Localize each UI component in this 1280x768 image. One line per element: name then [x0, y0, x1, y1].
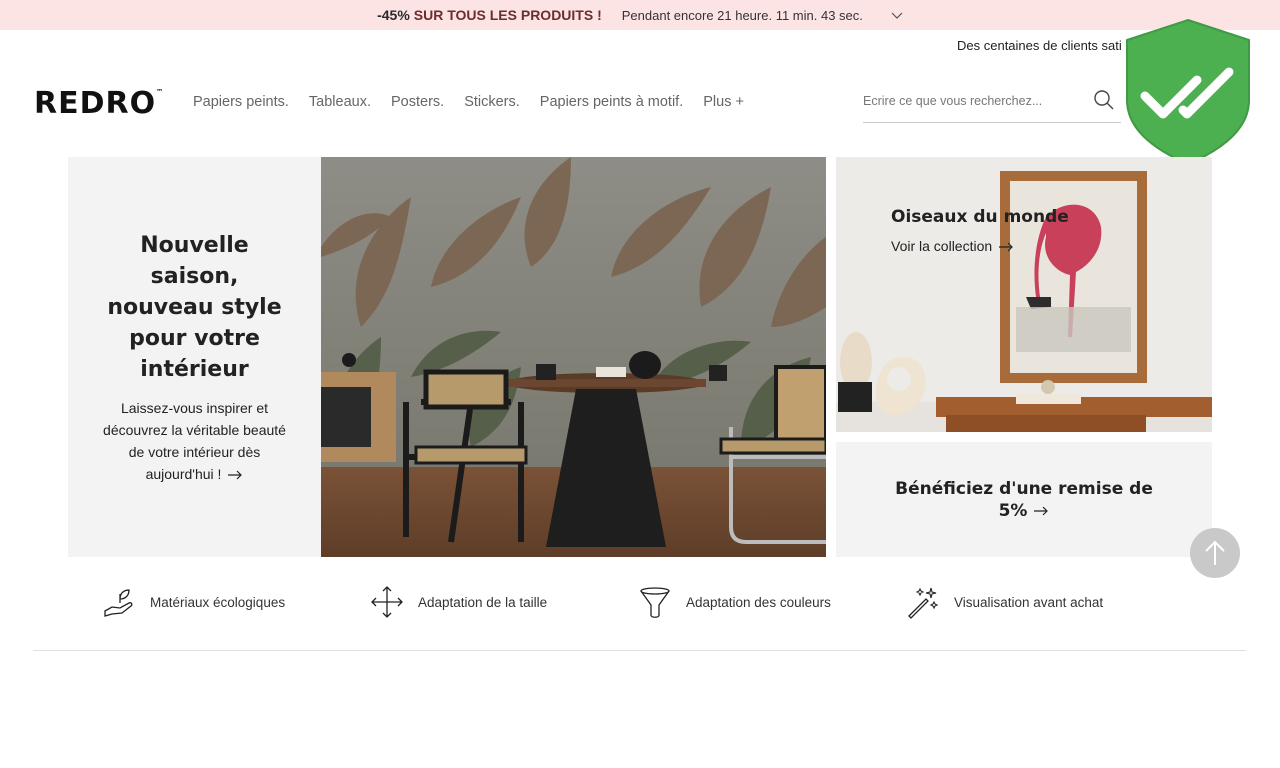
discount-link[interactable]: Bénéficiez d'une remise de 5% — [886, 478, 1162, 522]
search-input[interactable] — [863, 86, 1083, 116]
main-nav: Papiers peints. Tableaux. Posters. Stick… — [193, 94, 744, 110]
feature-eco-label: Matériaux écologiques — [150, 594, 286, 610]
feature-visualization-label: Visualisation avant achat — [954, 594, 1104, 610]
brand-logo[interactable]: REDRO™ — [34, 86, 165, 121]
collection-link[interactable]: Voir la collection — [891, 238, 1014, 254]
logo-text: REDRO — [34, 86, 157, 121]
arrow-right-icon — [1034, 506, 1049, 515]
arrow-right-icon — [999, 242, 1014, 252]
flamingo-poster-image — [836, 157, 1212, 432]
nav-item-stickers[interactable]: Stickers. — [464, 94, 520, 110]
logo-tm: ™ — [156, 88, 165, 96]
promo-countdown: Pendant encore 21 heure. 11 min. 43 sec. — [621, 7, 863, 23]
resize-arrows-icon — [371, 586, 403, 618]
promo-headline: SUR TOUS LES PRODUITS ! — [413, 7, 602, 23]
feature-colors: Adaptation des couleurs — [638, 582, 831, 622]
magic-wand-icon — [908, 587, 939, 619]
section-divider — [33, 650, 1246, 651]
eco-hand-icon — [104, 589, 133, 617]
arrow-up-icon — [1205, 540, 1225, 565]
nav-item-papiers-peints[interactable]: Papiers peints. — [193, 94, 289, 110]
feature-size: Adaptation de la taille — [370, 582, 547, 622]
funnel-icon — [640, 587, 670, 618]
feature-size-label: Adaptation de la taille — [418, 594, 548, 610]
nav-item-plus[interactable]: Plus + — [703, 94, 744, 110]
promo-bar[interactable]: -45% SUR TOUS LES PRODUITS ! Pendant enc… — [0, 0, 1280, 30]
hero-body-text: Laissez-vous inspirer et découvrez la vé… — [103, 399, 286, 482]
collection-card[interactable]: Oiseaux du monde Voir la collection — [836, 157, 1212, 432]
discount-card[interactable]: Bénéficiez d'une remise de 5% — [836, 442, 1212, 557]
collection-link-text: Voir la collection — [891, 238, 993, 254]
feature-colors-label: Adaptation des couleurs — [686, 594, 831, 610]
scroll-to-top-button[interactable] — [1190, 528, 1240, 578]
arrow-right-icon — [228, 470, 243, 480]
nav-item-papiers-peints-motif[interactable]: Papiers peints à motif. — [540, 94, 683, 110]
hero-text-panel: Nouvelle saison, nouveau style pour votr… — [68, 157, 321, 557]
promo-percent: -45% — [377, 7, 410, 23]
search-icon[interactable] — [1093, 89, 1115, 111]
trust-shield-icon[interactable] — [1125, 18, 1251, 166]
feature-eco: Matériaux écologiques — [102, 582, 285, 622]
collection-title: Oiseaux du monde — [891, 207, 1069, 227]
clients-tagline: Des centaines de clients sati — [957, 38, 1122, 53]
hero-body[interactable]: Laissez-vous inspirer et découvrez la vé… — [94, 397, 295, 485]
hero-interior-image[interactable] — [321, 157, 826, 557]
hero-title: Nouvelle saison, nouveau style pour votr… — [107, 232, 282, 382]
nav-item-posters[interactable]: Posters. — [391, 94, 444, 110]
discount-text: Bénéficiez d'une remise de 5% — [895, 478, 1153, 521]
feature-visualization: Visualisation avant achat — [906, 582, 1103, 622]
features-row: Matériaux écologiques Adaptation de la t… — [0, 582, 1280, 626]
chevron-down-icon[interactable] — [891, 9, 903, 21]
search-box — [863, 86, 1121, 123]
nav-item-tableaux[interactable]: Tableaux. — [309, 94, 371, 110]
